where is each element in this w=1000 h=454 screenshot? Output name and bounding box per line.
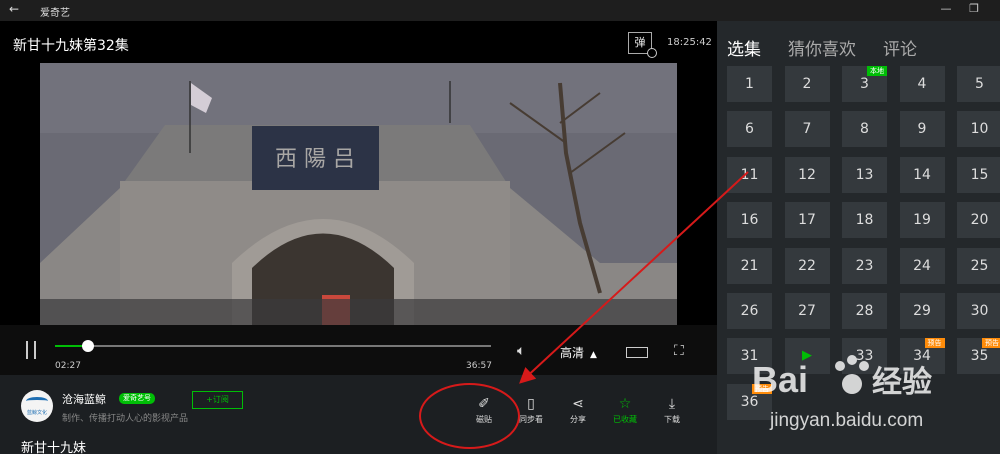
paw-icon: [835, 355, 869, 394]
baidu-watermark: Bai 经验 jingyan.baidu.com: [752, 355, 932, 431]
watermark-brand: Bai: [752, 359, 808, 400]
watermark-url: jingyan.baidu.com: [769, 410, 923, 431]
watermark-brand-2: 经验: [872, 365, 932, 400]
